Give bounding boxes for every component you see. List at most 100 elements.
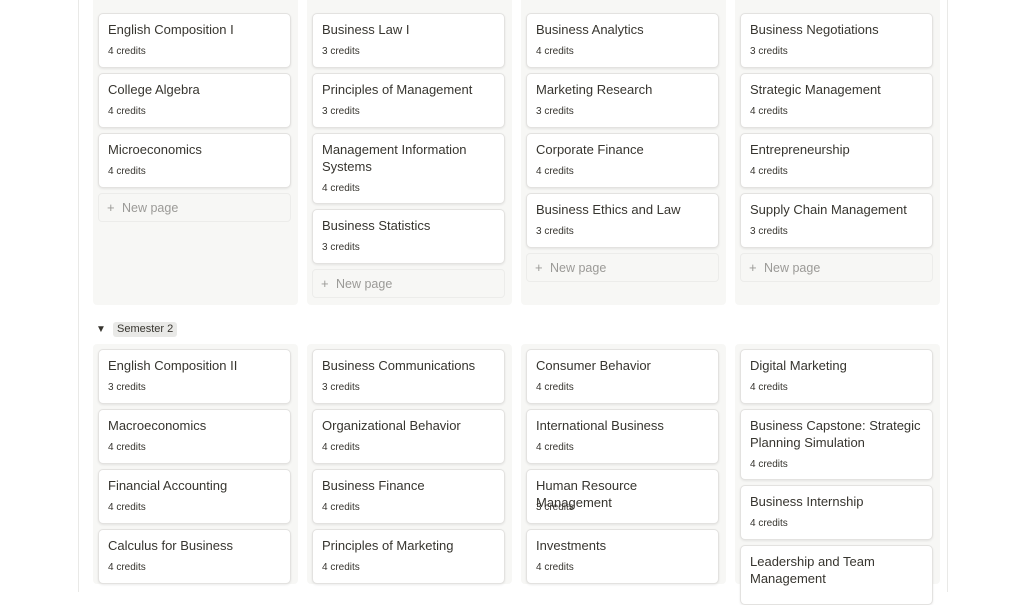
card-credits: 4 credits bbox=[322, 502, 360, 513]
card-credits: 3 credits bbox=[108, 382, 146, 393]
card-business-capstone[interactable]: Business Capstone: Strategic Planning Si… bbox=[740, 409, 933, 480]
card-credits: 4 credits bbox=[536, 382, 574, 393]
new-page-button[interactable]: + New page bbox=[312, 269, 505, 298]
card-title: Digital Marketing bbox=[750, 358, 847, 373]
card-title: International Business bbox=[536, 418, 664, 433]
s2-column-2: Business Communications 3 credits Organi… bbox=[307, 344, 512, 584]
card-title: Supply Chain Management bbox=[750, 202, 907, 217]
card-title: Business Law I bbox=[322, 22, 410, 37]
card-title: Entrepreneurship bbox=[750, 142, 850, 157]
card-title: Corporate Finance bbox=[536, 142, 644, 157]
card-credits: 4 credits bbox=[322, 442, 360, 453]
s2-column-1: English Composition II 3 credits Macroec… bbox=[93, 344, 298, 584]
card-organizational-behavior[interactable]: Organizational Behavior 4 credits bbox=[312, 409, 505, 464]
card-title: Financial Accounting bbox=[108, 478, 228, 493]
card-title: English Composition I bbox=[108, 22, 234, 37]
card-business-communications[interactable]: Business Communications 3 credits bbox=[312, 349, 505, 404]
card-credits: 4 credits bbox=[322, 562, 360, 573]
collapse-triangle-icon[interactable]: ▼ bbox=[96, 324, 106, 335]
card-consumer-behavior[interactable]: Consumer Behavior 4 credits bbox=[526, 349, 719, 404]
card-credits: 4 credits bbox=[750, 382, 788, 393]
card-credits: 3 credits bbox=[322, 382, 360, 393]
card-international-business[interactable]: International Business 4 credits bbox=[526, 409, 719, 464]
card-business-analytics[interactable]: Business Analytics 4 credits bbox=[526, 13, 719, 68]
group-label-semester-2[interactable]: Semester 2 bbox=[113, 322, 178, 337]
card-credits: 4 credits bbox=[750, 106, 788, 117]
card-credits: 3 credits bbox=[750, 46, 788, 57]
card-credits: 4 credits bbox=[108, 442, 146, 453]
card-title: Business Ethics and Law bbox=[536, 202, 681, 217]
card-corporate-finance[interactable]: Corporate Finance 4 credits bbox=[526, 133, 719, 188]
card-credits: 4 credits bbox=[750, 518, 788, 529]
plus-icon: + bbox=[749, 260, 757, 275]
card-microeconomics[interactable]: Microeconomics 4 credits bbox=[98, 133, 291, 188]
card-leadership-and-team-management[interactable]: Leadership and Team Management bbox=[740, 545, 933, 605]
card-credits: 4 credits bbox=[322, 183, 360, 194]
card-title: Marketing Research bbox=[536, 82, 653, 97]
card-credits: 3 credits bbox=[750, 226, 788, 237]
card-credits: 4 credits bbox=[108, 166, 146, 177]
s1-column-3: Business Analytics 4 credits Marketing R… bbox=[521, 0, 726, 305]
card-credits: 4 credits bbox=[750, 166, 788, 177]
new-page-label: New page bbox=[550, 261, 607, 275]
card-macroeconomics[interactable]: Macroeconomics 4 credits bbox=[98, 409, 291, 464]
card-credits: 3 credits bbox=[322, 242, 360, 253]
card-strategic-management[interactable]: Strategic Management 4 credits bbox=[740, 73, 933, 128]
card-credits: 3 credits bbox=[536, 106, 574, 117]
s1-column-1: English Composition I 4 credits College … bbox=[93, 0, 298, 305]
card-human-resource-management[interactable]: Human Resource Management 3 credits bbox=[526, 469, 719, 524]
card-title: Principles of Management bbox=[322, 82, 473, 97]
plus-icon: + bbox=[535, 260, 543, 275]
card-title: Macroeconomics bbox=[108, 418, 207, 433]
s2-column-4: Digital Marketing 4 credits Business Cap… bbox=[735, 344, 940, 605]
card-title: Business Communications bbox=[322, 358, 476, 373]
card-english-composition-2[interactable]: English Composition II 3 credits bbox=[98, 349, 291, 404]
card-credits: 3 credits bbox=[322, 46, 360, 57]
card-title: College Algebra bbox=[108, 82, 200, 97]
card-credits: 4 credits bbox=[108, 562, 146, 573]
card-title: Organizational Behavior bbox=[322, 418, 461, 433]
card-english-composition-1[interactable]: English Composition I 4 credits bbox=[98, 13, 291, 68]
card-business-ethics-and-law[interactable]: Business Ethics and Law 3 credits bbox=[526, 193, 719, 248]
card-credits: 3 credits bbox=[536, 502, 574, 513]
card-supply-chain-management[interactable]: Supply Chain Management 3 credits bbox=[740, 193, 933, 248]
card-title: Business Statistics bbox=[322, 218, 431, 233]
card-credits: 4 credits bbox=[108, 106, 146, 117]
new-page-label: New page bbox=[122, 201, 179, 215]
new-page-button[interactable]: + New page bbox=[526, 253, 719, 282]
card-college-algebra[interactable]: College Algebra 4 credits bbox=[98, 73, 291, 128]
card-title: Investments bbox=[536, 538, 607, 553]
card-marketing-research[interactable]: Marketing Research 3 credits bbox=[526, 73, 719, 128]
card-title: Management Information Systems bbox=[322, 142, 467, 174]
card-financial-accounting[interactable]: Financial Accounting 4 credits bbox=[98, 469, 291, 524]
card-title: Business Internship bbox=[750, 494, 864, 509]
card-entrepreneurship[interactable]: Entrepreneurship 4 credits bbox=[740, 133, 933, 188]
card-credits: 4 credits bbox=[536, 442, 574, 453]
card-credits: 4 credits bbox=[750, 459, 788, 470]
card-business-statistics[interactable]: Business Statistics 3 credits bbox=[312, 209, 505, 264]
card-title: Business Negotiations bbox=[750, 22, 879, 37]
new-page-button[interactable]: + New page bbox=[740, 253, 933, 282]
card-management-information-systems[interactable]: Management Information Systems 4 credits bbox=[312, 133, 505, 204]
card-business-law-1[interactable]: Business Law I 3 credits bbox=[312, 13, 505, 68]
card-business-negotiations[interactable]: Business Negotiations 3 credits bbox=[740, 13, 933, 68]
card-credits: 4 credits bbox=[536, 166, 574, 177]
card-credits: 3 credits bbox=[536, 226, 574, 237]
plus-icon: + bbox=[107, 200, 115, 215]
s1-column-4: Business Negotiations 3 credits Strategi… bbox=[735, 0, 940, 305]
card-title: Microeconomics bbox=[108, 142, 202, 157]
card-principles-of-management[interactable]: Principles of Management 3 credits bbox=[312, 73, 505, 128]
card-business-finance[interactable]: Business Finance 4 credits bbox=[312, 469, 505, 524]
card-credits: 4 credits bbox=[108, 46, 146, 57]
card-title: English Composition II bbox=[108, 358, 238, 373]
s2-column-3: Consumer Behavior 4 credits Internationa… bbox=[521, 344, 726, 584]
card-credits: 4 credits bbox=[108, 502, 146, 513]
new-page-button[interactable]: + New page bbox=[98, 193, 291, 222]
card-title: Business Analytics bbox=[536, 22, 644, 37]
new-page-label: New page bbox=[336, 277, 393, 291]
card-credits: 3 credits bbox=[322, 106, 360, 117]
card-business-internship[interactable]: Business Internship 4 credits bbox=[740, 485, 933, 540]
card-title: Consumer Behavior bbox=[536, 358, 651, 373]
card-digital-marketing[interactable]: Digital Marketing 4 credits bbox=[740, 349, 933, 404]
s1-column-2: Business Law I 3 credits Principles of M… bbox=[307, 0, 512, 305]
